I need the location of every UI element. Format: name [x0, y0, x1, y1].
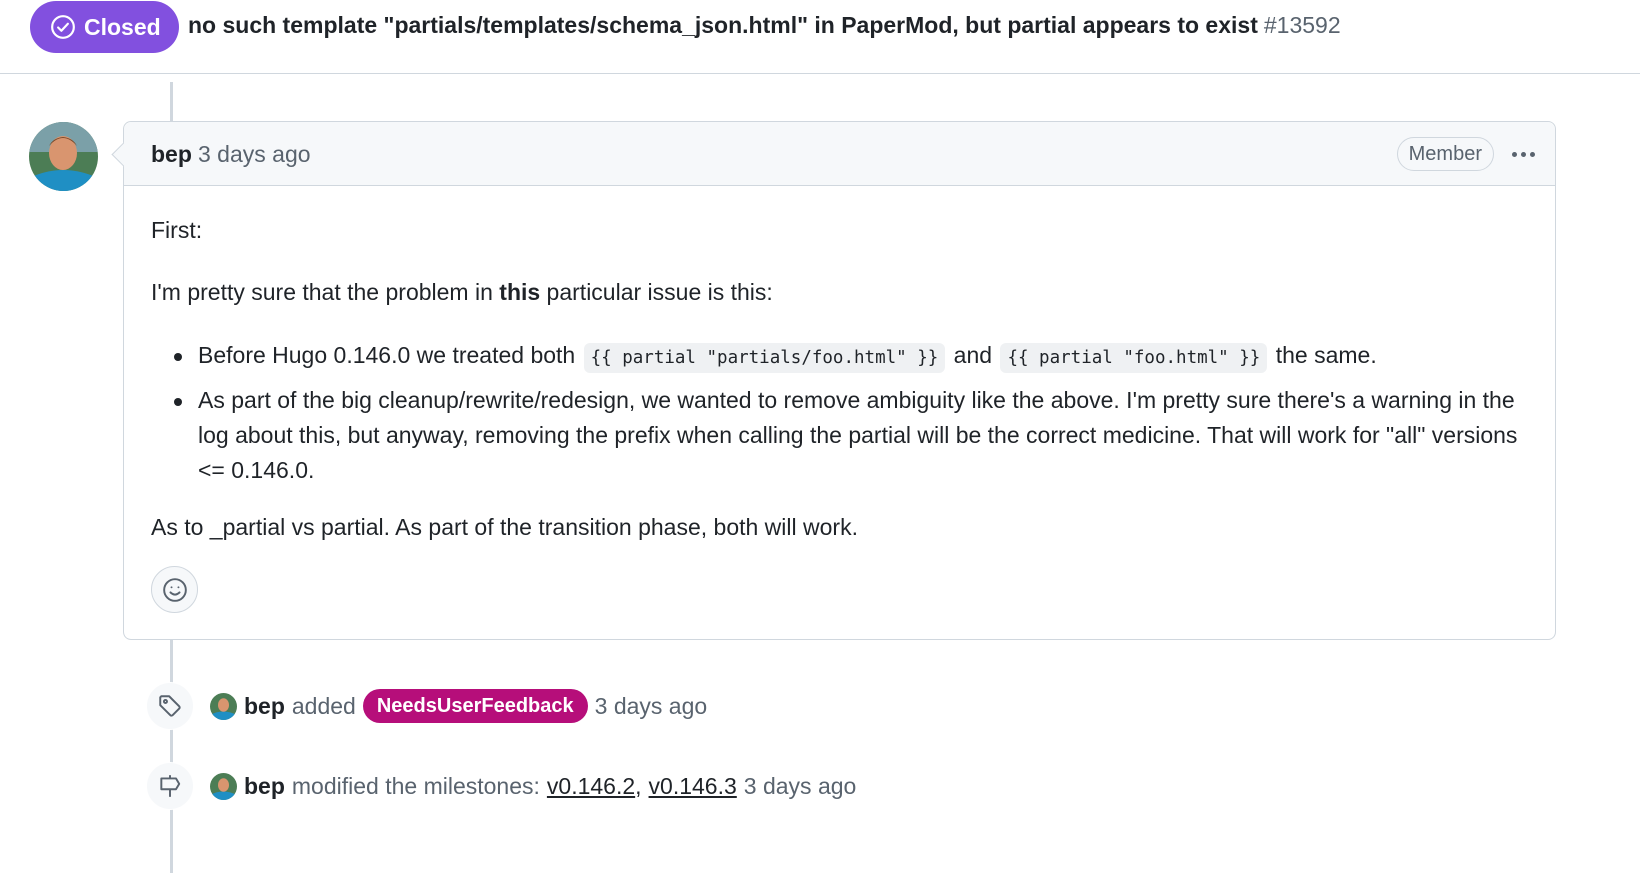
milestone-link-new[interactable]: v0.146.3 — [649, 773, 737, 800]
role-badge: Member — [1396, 137, 1494, 171]
issue-title-text: no such template "partials/templates/sch… — [188, 12, 1258, 38]
author-avatar[interactable] — [29, 122, 98, 191]
issue-number: #13592 — [1263, 12, 1341, 38]
paragraph-first: First: — [151, 217, 203, 243]
code-partial-prefixed: {{ partial "partials/foo.html" }} — [583, 343, 946, 373]
event-avatar[interactable] — [210, 772, 237, 800]
state-badge-closed: Closed — [30, 1, 179, 53]
event-timestamp[interactable]: 3 days ago — [595, 693, 708, 720]
bullet-list: Before Hugo 0.146.0 we treated both {{ p… — [151, 338, 1531, 488]
paragraph-transition: As to _partial vs partial. As part of th… — [151, 514, 858, 540]
timeline-event-label: bep added NeedsUserFeedback 3 days ago — [146, 681, 707, 731]
add-reaction-button[interactable] — [151, 566, 198, 613]
milestone-link-old[interactable]: v0.146.2 — [547, 773, 635, 800]
timeline-event-milestone: bep modified the milestones: v0.146.2, v… — [146, 761, 856, 811]
li1-text-after: the same. — [1269, 342, 1377, 368]
li1-text-mid: and — [947, 342, 999, 368]
list-item: As part of the big cleanup/rewrite/redes… — [151, 383, 1531, 488]
list-item: Before Hugo 0.146.0 we treated both {{ p… — [151, 338, 1531, 376]
intro-text-before: I'm pretty sure that the problem in — [151, 279, 500, 305]
milestone-icon — [146, 762, 194, 810]
label-needs-user-feedback[interactable]: NeedsUserFeedback — [362, 689, 588, 723]
issue-header: Closed no such template "partials/templa… — [0, 0, 1640, 74]
event-author[interactable]: bep — [244, 693, 285, 720]
comment-timestamp[interactable]: 3 days ago — [198, 141, 311, 168]
comment-header: bep 3 days ago Member — [124, 122, 1555, 186]
code-partial-plain: {{ partial "foo.html" }} — [1000, 343, 1268, 373]
state-label: Closed — [84, 13, 161, 40]
event-author[interactable]: bep — [244, 773, 285, 800]
event-timestamp[interactable]: 3 days ago — [744, 773, 857, 800]
timeline-line-bottom — [170, 640, 173, 873]
li1-text-before: Before Hugo 0.146.0 we treated both — [198, 342, 582, 368]
event-action: added — [291, 692, 356, 719]
paragraph-intro: I'm pretty sure that the problem in this… — [151, 275, 773, 310]
milestone-separator: , — [635, 772, 642, 799]
issue-title: no such template "partials/templates/sch… — [188, 10, 1341, 40]
comment-box: bep 3 days ago Member First: I'm pretty … — [123, 121, 1556, 640]
intro-text-after: particular issue is this: — [540, 279, 773, 305]
event-action: modified the milestones: — [291, 772, 540, 799]
comment-author[interactable]: bep — [151, 141, 192, 168]
intro-bold: this — [499, 279, 541, 305]
tag-icon — [146, 682, 194, 730]
check-circle-icon — [51, 15, 75, 39]
kebab-horizontal-icon[interactable] — [1507, 138, 1539, 170]
smiley-icon — [162, 577, 187, 602]
event-avatar[interactable] — [210, 692, 237, 720]
timeline-line-top — [170, 82, 173, 122]
